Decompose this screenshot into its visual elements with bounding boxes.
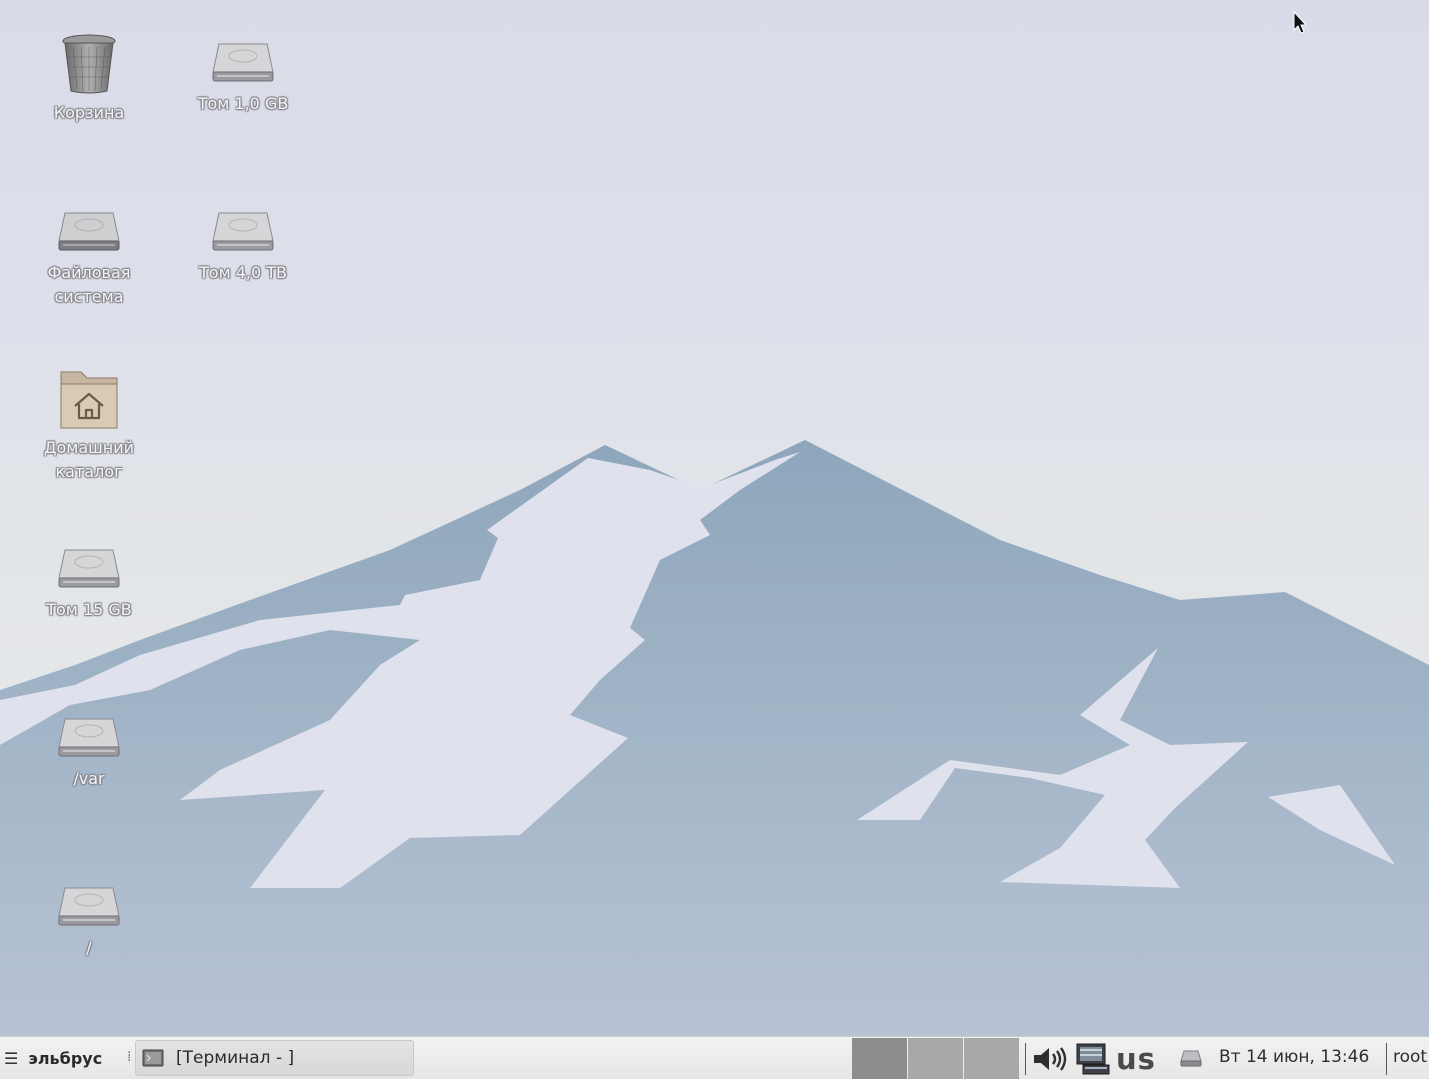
workspace-2[interactable]: [908, 1038, 963, 1079]
desktop-icon-trash[interactable]: Корзина: [24, 33, 154, 125]
drive-icon: [212, 212, 274, 251]
desktop-icon-filesystem[interactable]: Файловая система: [24, 207, 154, 309]
home-folder-icon: [60, 371, 118, 429]
desktop-icon-volume-15gb[interactable]: Том 15 GB: [24, 544, 154, 622]
desktop-icon-label: Файловая система: [47, 263, 131, 306]
desktop-icon-var[interactable]: /var: [24, 713, 154, 791]
desktop-icon-home[interactable]: Домашний каталог: [24, 368, 154, 484]
desktop-icon-label: /var: [73, 769, 105, 788]
desktop-icon-label: Корзина: [53, 103, 125, 122]
drive-icon: [58, 549, 120, 588]
desktop-icon-label: Том 15 GB: [46, 600, 132, 619]
desktop-icon-root[interactable]: /: [24, 882, 154, 960]
workspace-1[interactable]: [852, 1038, 907, 1079]
user-label[interactable]: root: [1393, 1047, 1427, 1067]
network-icon[interactable]: [1075, 1042, 1111, 1076]
desktop[interactable]: Корзина Том 1,0 GB Файловая система Том …: [0, 0, 1429, 1079]
desktop-icon-label: Том 1,0 GB: [197, 94, 289, 113]
desktop-icon-volume-4tb[interactable]: Том 4,0 TB: [178, 207, 308, 285]
drive-icon: [58, 887, 120, 926]
trash-icon: [62, 34, 116, 94]
terminal-icon: [142, 1049, 164, 1067]
task-label: [Терминал - ]: [176, 1048, 295, 1068]
drive-icon: [58, 718, 120, 757]
start-menu-button[interactable]: ☰ эльбрус: [4, 1043, 102, 1073]
desktop-icon-volume-1gb[interactable]: Том 1,0 GB: [178, 38, 308, 116]
taskbar-task-terminal[interactable]: [Терминал - ]: [135, 1040, 414, 1076]
taskbar: ☰ эльбрус ⁞ [Терминал - ] us Вт 14 июн, …: [0, 1036, 1429, 1079]
desktop-icon-label: Том 4,0 TB: [199, 263, 287, 282]
mouse-cursor-icon: [1293, 11, 1308, 34]
workspace-3[interactable]: [964, 1038, 1019, 1079]
desktop-icon-label: /: [86, 938, 92, 957]
wallpaper-mountain: [0, 440, 1429, 1036]
taskbar-separator: ⁞: [127, 1049, 132, 1065]
speaker-icon[interactable]: [1032, 1045, 1068, 1073]
drive-icon: [212, 43, 274, 82]
menu-icon: ☰: [4, 1048, 19, 1068]
clock[interactable]: Вт 14 июн, 13:46: [1219, 1047, 1369, 1067]
keyboard-layout-indicator[interactable]: us: [1116, 1042, 1156, 1076]
tray-separator: [1025, 1043, 1026, 1075]
removable-drive-icon[interactable]: [1180, 1049, 1202, 1067]
start-menu-label: эльбрус: [28, 1048, 103, 1068]
drive-icon: [58, 212, 120, 251]
tray-separator: [1386, 1043, 1387, 1075]
desktop-icon-label: Домашний каталог: [43, 438, 135, 481]
